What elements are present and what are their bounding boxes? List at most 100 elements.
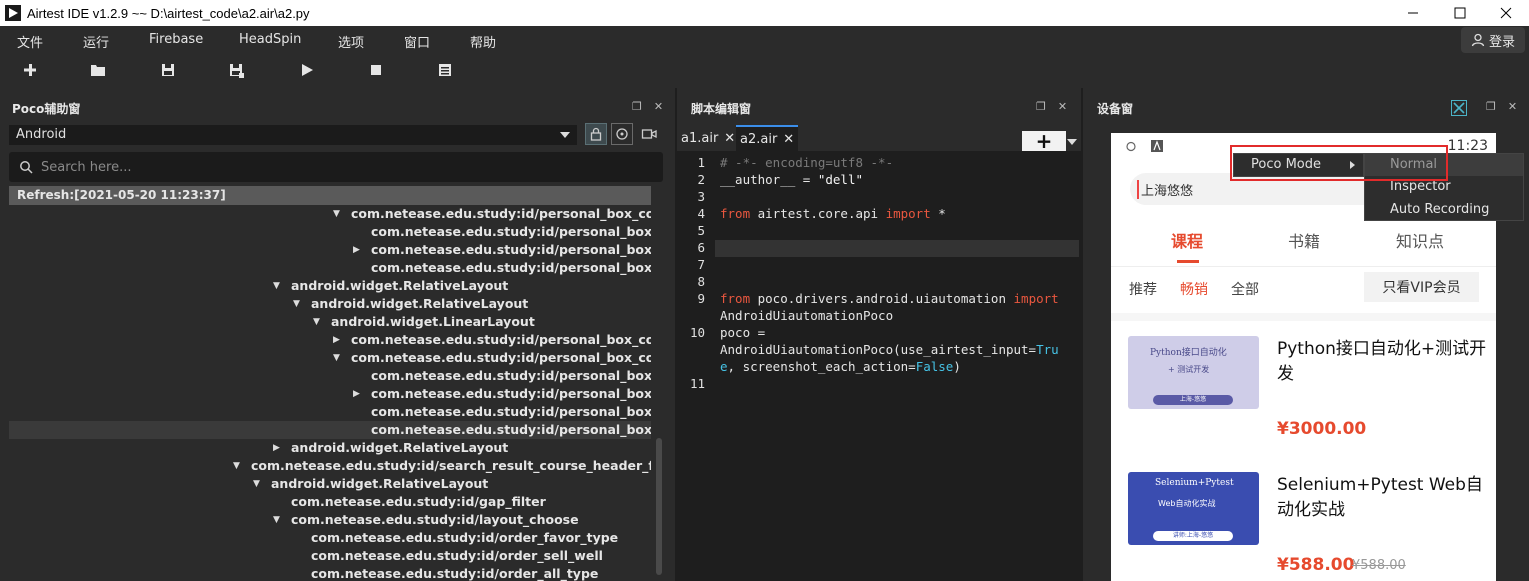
menu-window[interactable]: 窗口 — [404, 32, 430, 51]
refresh-tree-button[interactable] — [611, 123, 633, 145]
app-a-icon — [1151, 140, 1163, 152]
collapse-arrow-icon[interactable]: ▶ — [273, 439, 285, 457]
device-panel-controls: ❐ ✕ — [1486, 100, 1517, 113]
tree-node[interactable]: com.netease.edu.study:id/personal_box... — [9, 421, 651, 439]
tree-node[interactable]: ▶ android.widget.RelativeLayout — [9, 439, 651, 457]
expand-arrow-icon[interactable]: ▼ — [233, 457, 245, 475]
script-editor-panel: 脚本编辑窗 a1.air ✕ a2.air ✕ + 1 2 3 4 5 6 7 … — [677, 88, 1081, 581]
maximize-button[interactable] — [1437, 0, 1483, 26]
lock-button[interactable] — [585, 123, 607, 145]
minimize-button[interactable] — [1390, 0, 1436, 26]
float-panel-icon[interactable]: ❐ — [1486, 100, 1496, 113]
course-thumbnail[interactable]: Selenium+Pytest Web自动化实战 讲师:上海-悠悠 — [1128, 472, 1259, 545]
course-thumbnail[interactable]: Python接口自动化 + 测试开发 上海-悠悠 — [1128, 336, 1259, 409]
vip-only-button[interactable]: 只看VIP会员 — [1364, 272, 1479, 302]
phone-clock: 11:23 — [1447, 138, 1488, 154]
tree-node[interactable]: com.netease.edu.study:id/personal_box... — [9, 403, 651, 421]
tree-node[interactable]: ▼ com.netease.edu.study:id/personal_box_c… — [9, 205, 651, 223]
tree-node[interactable]: com.netease.edu.study:id/order_sell_well — [9, 547, 651, 565]
menu-options[interactable]: 选项 — [338, 32, 364, 51]
expand-arrow-icon[interactable]: ▼ — [253, 475, 265, 493]
subtab-all[interactable]: 全部 — [1231, 279, 1259, 299]
tree-node-label: com.netease.edu.study:id/order_sell_well — [311, 548, 603, 563]
log-icon[interactable] — [437, 62, 453, 78]
close-tab-icon[interactable]: ✕ — [724, 131, 735, 146]
close-panel-icon[interactable]: ✕ — [1508, 100, 1517, 113]
tab-books[interactable]: 书籍 — [1288, 228, 1320, 252]
tree-node[interactable]: com.netease.edu.study:id/gap_filter — [9, 493, 651, 511]
expand-arrow-icon[interactable]: ▼ — [273, 511, 285, 529]
tree-node[interactable]: ▶ com.netease.edu.study:id/personal_box..… — [9, 241, 651, 259]
record-button[interactable] — [638, 123, 660, 145]
expand-arrow-icon[interactable]: ▼ — [333, 349, 345, 367]
course-title[interactable]: Python接口自动化+测试开发 — [1277, 337, 1487, 387]
tree-node[interactable]: com.netease.edu.study:id/order_favor_typ… — [9, 529, 651, 547]
thumbnail-subtitle: + 测试开发 — [1168, 365, 1210, 374]
save-as-icon[interactable] — [228, 62, 244, 78]
tree-node[interactable]: ▼ android.widget.RelativeLayout — [9, 475, 651, 493]
tree-node[interactable]: com.netease.edu.study:id/personal_box... — [9, 223, 651, 241]
save-icon[interactable] — [160, 62, 176, 78]
tree-node-label: com.netease.edu.study:id/personal_box... — [371, 422, 651, 437]
subtab-recommend[interactable]: 推荐 — [1129, 279, 1157, 299]
menu-item-auto-recording[interactable]: Auto Recording — [1365, 199, 1523, 221]
tree-node[interactable]: com.netease.edu.study:id/order_all_type — [9, 565, 651, 581]
menu-firebase[interactable]: Firebase — [149, 32, 203, 47]
tab-courses[interactable]: 课程 — [1171, 228, 1203, 252]
new-icon[interactable] — [22, 62, 38, 78]
tree-node[interactable]: ▼ com.netease.edu.study:id/personal_box_c… — [9, 349, 651, 367]
tree-node[interactable]: ▼ com.netease.edu.study:id/search_result_… — [9, 457, 651, 475]
device-tools-button[interactable] — [1451, 100, 1467, 116]
tree-node[interactable]: ▼ com.netease.edu.study:id/layout_choose — [9, 511, 651, 529]
expand-arrow-icon[interactable]: ▼ — [333, 205, 345, 223]
code-token: poco.drivers.android.uiautomation — [750, 291, 1014, 306]
stop-icon[interactable] — [368, 62, 384, 78]
float-panel-icon[interactable]: ❐ — [632, 100, 642, 113]
expand-arrow-icon[interactable]: ▼ — [313, 313, 325, 331]
poco-mode-select[interactable]: Android — [9, 125, 577, 145]
tree-scrollbar[interactable] — [656, 438, 662, 575]
poco-panel-controls: ❐ ✕ — [632, 100, 663, 113]
tree-node[interactable]: ▼ android.widget.RelativeLayout — [9, 277, 651, 295]
close-window-button[interactable] — [1483, 0, 1529, 26]
current-line-highlight — [715, 240, 1079, 257]
tree-node-label: com.netease.edu.study:id/personal_box... — [371, 404, 651, 419]
ui-hierarchy-tree: ▼ com.netease.edu.study:id/personal_box_c… — [9, 205, 651, 581]
close-icon — [1500, 7, 1512, 19]
tree-node[interactable]: ▼ android.widget.LinearLayout — [9, 313, 651, 331]
tree-node[interactable]: com.netease.edu.study:id/personal_box... — [9, 367, 651, 385]
menu-help[interactable]: 帮助 — [470, 32, 496, 51]
login-button[interactable]: 登录 — [1461, 27, 1525, 53]
menu-file[interactable]: 文件 — [17, 32, 43, 51]
tree-node[interactable]: ▼ android.widget.RelativeLayout — [9, 295, 651, 313]
tree-node[interactable]: ▶ com.netease.edu.study:id/personal_box..… — [9, 385, 651, 403]
open-icon[interactable] — [90, 62, 106, 78]
subtab-bestseller[interactable]: 畅销 — [1180, 279, 1208, 299]
menu-headspin[interactable]: HeadSpin — [239, 32, 301, 47]
tree-node[interactable]: com.netease.edu.study:id/personal_box... — [9, 259, 651, 277]
chevron-down-icon[interactable] — [1067, 139, 1077, 145]
tab-knowledge[interactable]: 知识点 — [1396, 228, 1444, 252]
close-panel-icon[interactable]: ✕ — [654, 100, 663, 113]
close-panel-icon[interactable]: ✕ — [1058, 100, 1067, 113]
tab-a1[interactable]: a1.air ✕ — [677, 125, 739, 151]
toolbar — [0, 54, 1529, 88]
expand-arrow-icon[interactable]: ▼ — [273, 277, 285, 295]
new-tab-button[interactable]: + — [1022, 129, 1066, 153]
expand-arrow-icon[interactable]: ▼ — [293, 295, 305, 313]
run-icon[interactable] — [299, 62, 315, 78]
poco-search-field[interactable]: Search here... — [9, 152, 663, 182]
tree-node[interactable]: ▶ com.netease.edu.study:id/personal_box_c… — [9, 331, 651, 349]
collapse-arrow-icon[interactable]: ▶ — [333, 331, 345, 349]
title-bar: Airtest IDE v1.2.9 ~~ D:\airtest_code\a2… — [0, 0, 1529, 26]
float-panel-icon[interactable]: ❐ — [1036, 100, 1046, 113]
close-tab-icon[interactable]: ✕ — [783, 132, 794, 147]
code-area[interactable]: 1 2 3 4 5 6 7 8 9 10 11 # -*- encoding=u… — [677, 151, 1081, 581]
refresh-timestamp[interactable]: Refresh:[2021-05-20 11:23:37] — [9, 186, 651, 205]
collapse-arrow-icon[interactable]: ▶ — [353, 385, 365, 403]
tools-icon — [1451, 100, 1467, 116]
tab-a2[interactable]: a2.air ✕ — [736, 125, 799, 151]
collapse-arrow-icon[interactable]: ▶ — [353, 241, 365, 259]
course-title[interactable]: Selenium+Pytest Web自动化实战 — [1277, 473, 1487, 523]
menu-run[interactable]: 运行 — [83, 32, 109, 51]
